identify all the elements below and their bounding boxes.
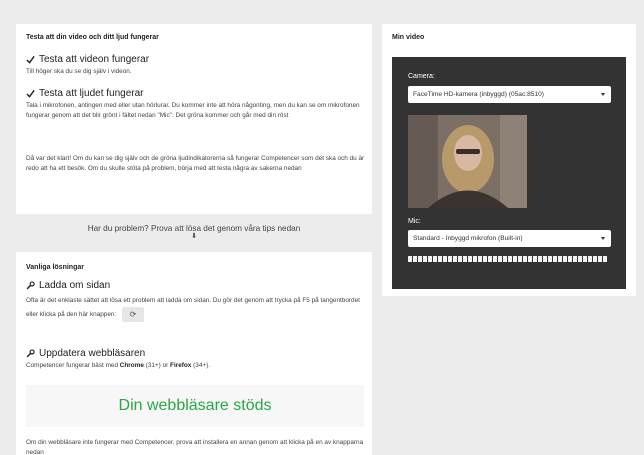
test-card: Testa att din video och ditt ljud funger… xyxy=(16,24,372,214)
update-heading-text: Uppdatera webbläsaren xyxy=(39,348,146,359)
browser-firefox: Firefox xyxy=(170,362,192,369)
solutions-card: Vanliga lösningar Ladda om sidan Ofta är… xyxy=(16,252,372,455)
camera-select-value: FaceTime HD-kamera (inbyggd) (05ac:8510) xyxy=(413,91,544,98)
reload-text: Ofta är det enklaste sättet att lösa ett… xyxy=(26,294,372,322)
reload-text-body: Ofta är det enklaste sättet att lösa ett… xyxy=(26,297,360,319)
wrench-icon xyxy=(26,349,35,358)
checkmark-icon xyxy=(26,89,35,98)
audio-test-heading-text: Testa att ljudet fungerar xyxy=(39,88,144,99)
person-silhouette xyxy=(408,115,527,208)
video-panel: Camera: FaceTime HD-kamera (inbyggd) (05… xyxy=(392,57,626,289)
video-card: Min video Camera: FaceTime HD-kamera (in… xyxy=(382,24,636,296)
video-test-text: Till höger ska du se dig själv i videon. xyxy=(26,68,132,75)
checkmark-icon xyxy=(26,55,35,64)
self-video xyxy=(408,115,527,208)
reload-heading: Ladda om sidan xyxy=(26,280,110,291)
fallback-text: Om din webbläsare inte fungerar med Comp… xyxy=(26,439,364,455)
wrench-icon xyxy=(26,281,35,290)
audio-test-heading: Testa att ljudet fungerar xyxy=(26,88,144,99)
camera-label: Camera: xyxy=(408,73,435,80)
chrome-version: (31+) or xyxy=(143,362,171,369)
caret-down-icon xyxy=(601,236,605,240)
reload-heading-text: Ladda om sidan xyxy=(39,280,111,291)
update-prefix: Competencer fungerar bäst med xyxy=(26,362,120,369)
browser-supported-text: Din webbläsare stöds xyxy=(118,397,272,414)
update-heading: Uppdatera webbläsaren xyxy=(26,348,145,359)
done-text: Då var det klart! Om du kan se dig själv… xyxy=(26,155,365,172)
reload-button[interactable]: ⟳ xyxy=(122,307,145,322)
problem-banner: Har du problem? Prova att lösa det genom… xyxy=(16,219,372,245)
refresh-icon: ⟳ xyxy=(129,310,137,319)
test-card-title: Testa att din video och ditt ljud funger… xyxy=(26,34,159,41)
browser-chrome: Chrome xyxy=(119,362,144,369)
mic-select-value: Standard - Inbyggd mikrofon (Built-in) xyxy=(413,235,523,242)
problem-banner-text: Har du problem? Prova att lösa det genom… xyxy=(87,224,301,233)
mic-select[interactable]: Standard - Inbyggd mikrofon (Built-in) xyxy=(408,230,611,247)
mic-level-meter xyxy=(408,256,607,262)
update-text: Competencer fungerar bäst med Chrome (31… xyxy=(26,361,372,371)
arrow-down-icon: ⬇ xyxy=(191,233,197,240)
video-card-title: Min video xyxy=(392,34,425,41)
audio-test-text: Tala i mikrofonen, antingen med eller ut… xyxy=(26,102,360,119)
solutions-card-title: Vanliga lösningar xyxy=(26,264,84,271)
video-test-heading-text: Testa att videon fungerar xyxy=(39,54,150,65)
camera-select[interactable]: FaceTime HD-kamera (inbyggd) (05ac:8510) xyxy=(408,86,611,103)
browser-supported-box: Din webbläsare stöds xyxy=(26,385,364,427)
firefox-version: (34+). xyxy=(191,362,211,369)
caret-down-icon xyxy=(601,92,605,96)
video-test-heading: Testa att videon fungerar xyxy=(26,54,149,65)
mic-label: Mic: xyxy=(408,218,421,225)
